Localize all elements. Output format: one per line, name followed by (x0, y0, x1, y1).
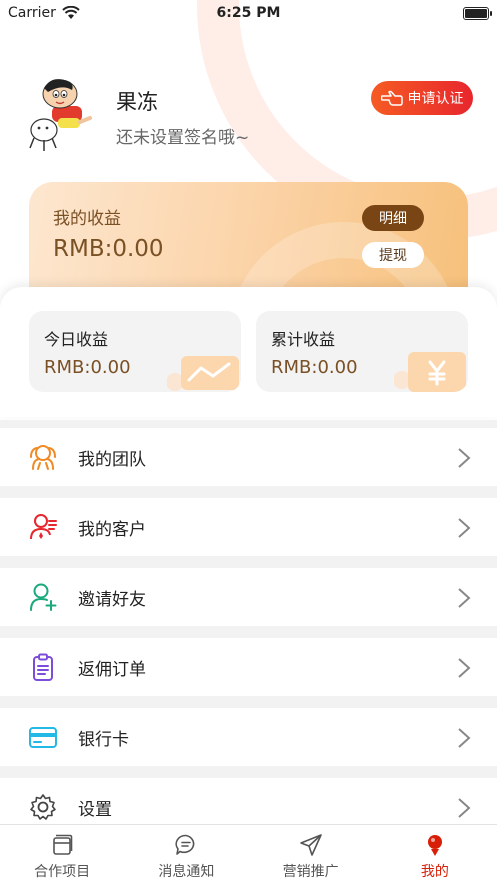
tab-marketing[interactable]: 营销推广 (249, 825, 373, 883)
stats-panel: 今日收益 RMB:0.00 累计收益 RMB:0.00 (0, 287, 497, 417)
earnings-title: 我的收益 (53, 209, 121, 229)
bank-card-icon (29, 727, 57, 748)
signature[interactable]: 还未设置签名哦~ (116, 123, 249, 148)
chevron-right-icon (458, 448, 471, 468)
chevron-right-icon (458, 728, 471, 748)
menu-item-label: 银行卡 (78, 729, 129, 750)
chevron-right-icon (458, 798, 471, 818)
menu-item-rebate-orders[interactable]: 返佣订单 (0, 638, 497, 696)
add-user-icon (30, 583, 57, 611)
menu-list: 我的团队 我的客户 邀请好友 返佣订单 银行卡 设置 (0, 428, 497, 848)
menu-item-label: 我的团队 (78, 449, 146, 470)
menu-item-label: 返佣订单 (78, 659, 146, 680)
paper-plane-icon (299, 834, 322, 856)
status-bar: Carrier 6:25 PM (0, 0, 497, 26)
tab-messages[interactable]: 消息通知 (124, 825, 248, 883)
menu-item-label: 邀请好友 (78, 589, 146, 610)
tab-bar: 合作项目 消息通知 营销推广 我的 (0, 824, 497, 883)
battery-icon (463, 6, 492, 20)
menu-item-label: 设置 (78, 799, 112, 820)
menu-item-bank-card[interactable]: 银行卡 (0, 708, 497, 766)
chevron-right-icon (458, 518, 471, 538)
wifi-icon (62, 6, 80, 19)
details-button[interactable]: 明细 (362, 205, 424, 231)
projects-icon (53, 834, 73, 855)
menu-item-label: 我的客户 (78, 519, 146, 540)
withdraw-button[interactable]: 提现 (362, 242, 424, 268)
total-earnings-card[interactable]: 累计收益 RMB:0.00 (256, 311, 468, 392)
clock: 6:25 PM (216, 5, 281, 21)
tab-label: 我的 (420, 864, 449, 880)
stat-value: RMB:0.00 (271, 357, 358, 378)
team-icon (30, 445, 56, 470)
menu-item-my-customers[interactable]: 我的客户 (0, 498, 497, 556)
chevron-right-icon (458, 588, 471, 608)
customer-icon (30, 514, 57, 540)
message-icon (175, 834, 195, 855)
username: 果冻 (116, 90, 158, 114)
gear-icon (30, 794, 56, 820)
trend-chart-icon (167, 356, 239, 391)
yuan-coin-icon (394, 352, 466, 392)
earnings-amount: RMB:0.00 (53, 236, 164, 262)
menu-item-my-team[interactable]: 我的团队 (0, 428, 497, 486)
carrier-label: Carrier (8, 5, 56, 21)
avatar[interactable] (22, 72, 94, 154)
apply-verification-label: 申请认证 (407, 91, 464, 107)
tab-label: 合作项目 (34, 864, 91, 880)
pointing-hand-icon (380, 90, 403, 106)
tab-label: 消息通知 (158, 864, 215, 880)
header-area: Carrier 6:25 PM 果冻 还未设置签名哦~ 申请认证 我的收益 RM… (0, 0, 497, 420)
today-earnings-card[interactable]: 今日收益 RMB:0.00 (29, 311, 241, 392)
clipboard-icon (33, 653, 53, 681)
profile-icon (427, 835, 442, 856)
apply-verification-button[interactable]: 申请认证 (371, 81, 473, 115)
chevron-right-icon (458, 658, 471, 678)
tab-label: 营销推广 (282, 864, 339, 880)
tab-projects[interactable]: 合作项目 (0, 825, 124, 883)
stat-label: 今日收益 (44, 330, 109, 349)
stat-value: RMB:0.00 (44, 357, 131, 378)
menu-item-invite-friends[interactable]: 邀请好友 (0, 568, 497, 626)
tab-mine[interactable]: 我的 (373, 825, 497, 883)
stat-label: 累计收益 (271, 330, 336, 349)
